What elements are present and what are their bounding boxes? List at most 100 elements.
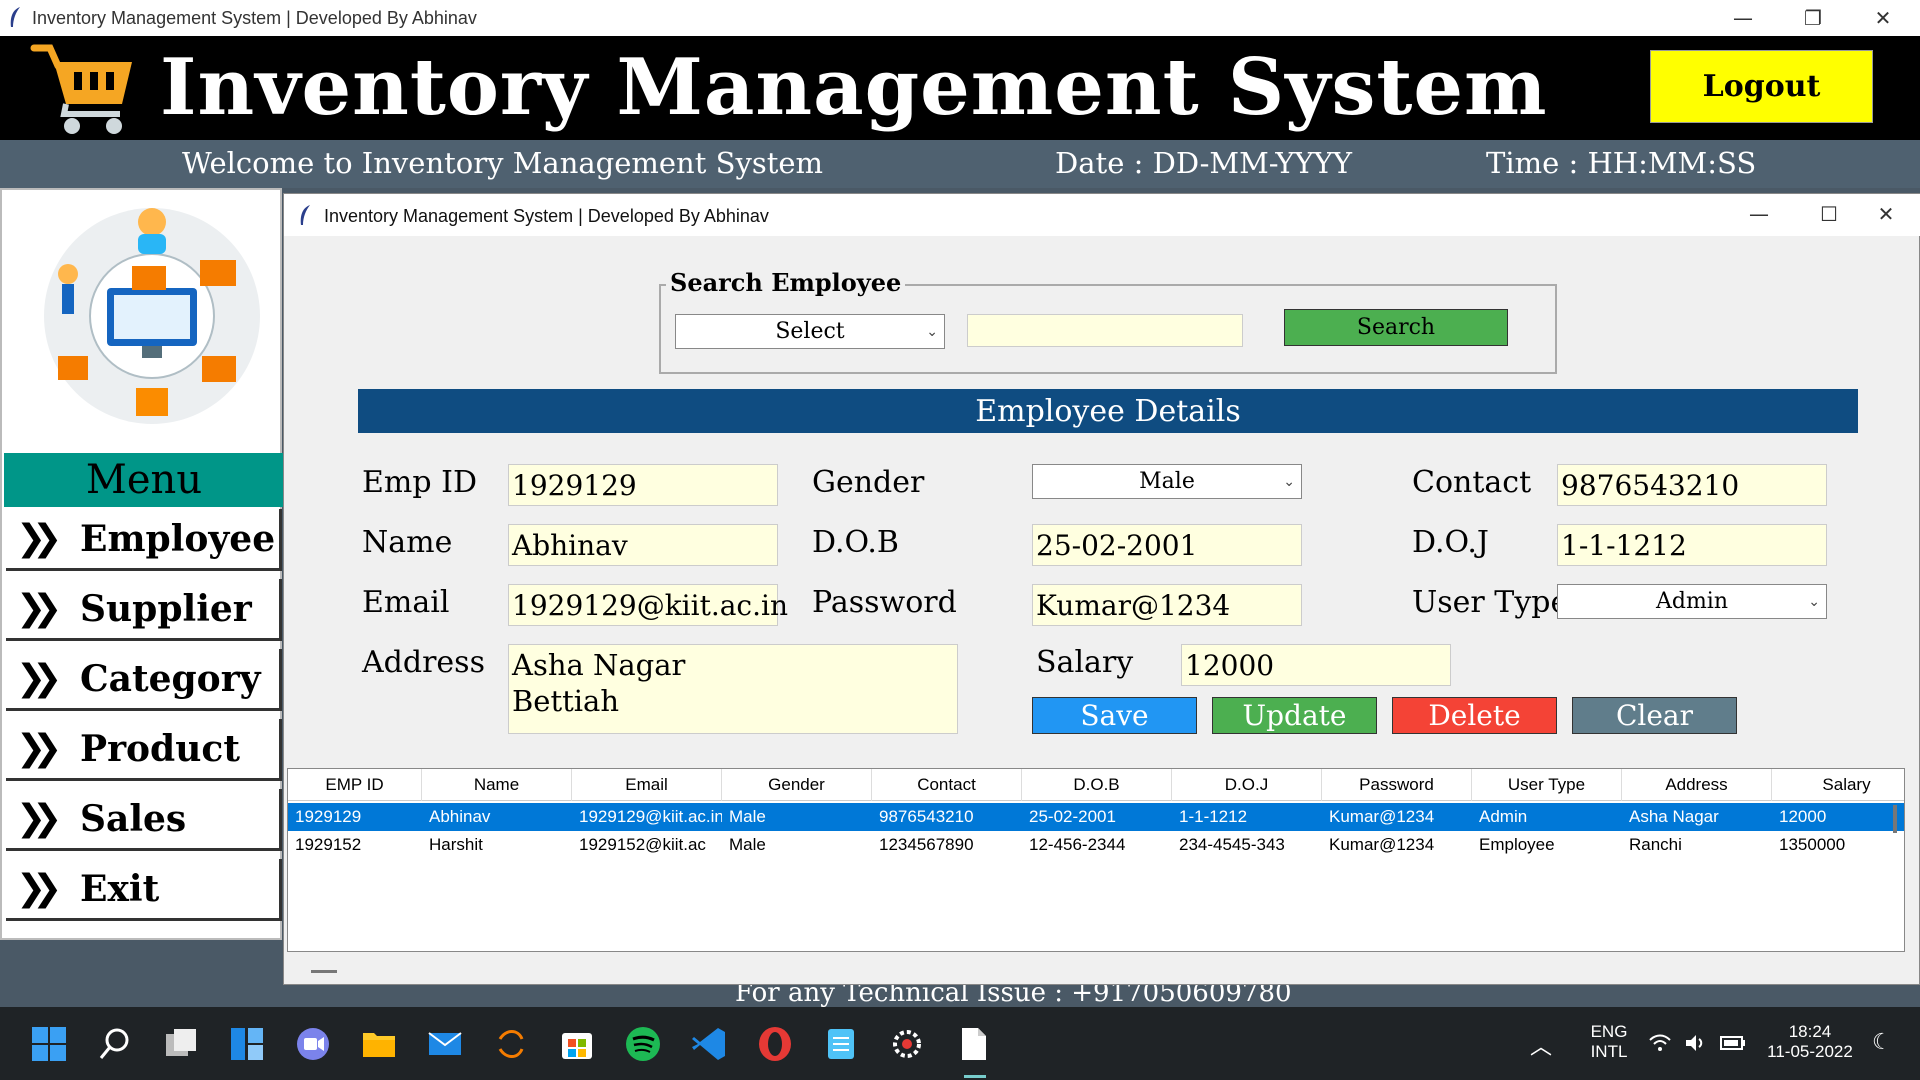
menu-product-button[interactable]: ❯❯ Product	[6, 719, 282, 781]
table-cell: Asha Nagar	[1629, 807, 1719, 826]
doj-label: D.O.J	[1412, 525, 1489, 560]
table-cell: 12-456-2344	[1029, 835, 1126, 854]
employee-table[interactable]: EMP ID Name Email Gender Contact D.O.B D…	[287, 768, 1905, 952]
column-header[interactable]: D.O.J	[1172, 769, 1322, 801]
table-cell: Kumar@1234	[1329, 835, 1435, 854]
app-icon[interactable]	[492, 1025, 530, 1063]
menu-item-label: Product	[80, 727, 240, 770]
search-button[interactable]: Search	[1284, 309, 1508, 346]
column-header[interactable]: Contact	[872, 769, 1022, 801]
column-header[interactable]: EMP ID	[288, 769, 422, 801]
windows-start-icon[interactable]	[30, 1025, 68, 1063]
contact-field[interactable]: 9876543210	[1557, 464, 1827, 506]
update-button[interactable]: Update	[1212, 697, 1377, 734]
table-row[interactable]: 1929129 Abhinav 1929129@kiit.ac.in Male …	[288, 803, 1904, 831]
menu-item-label: Sales	[80, 797, 187, 840]
language-indicator[interactable]: ENG INTL	[1584, 1022, 1634, 1062]
inner-close-button[interactable]: ✕	[1851, 196, 1920, 232]
minimize-button[interactable]: —	[1708, 0, 1778, 36]
contact-label: Contact	[1412, 465, 1532, 500]
search-by-select[interactable]: Select ⌄	[675, 314, 945, 349]
double-chevron-right-icon: ❯❯	[16, 658, 62, 699]
settings-gear-icon[interactable]	[888, 1025, 926, 1063]
table-cell: 1929152	[295, 835, 362, 854]
mail-icon[interactable]	[426, 1025, 464, 1063]
outer-window-title: Inventory Management System | Developed …	[32, 8, 477, 28]
save-button[interactable]: Save	[1032, 697, 1197, 734]
status-bar: Welcome to Inventory Management System D…	[0, 140, 1920, 188]
salary-field[interactable]: 12000	[1181, 644, 1451, 686]
moon-icon[interactable]: ☾	[1872, 1029, 1892, 1055]
notepad-icon[interactable]	[822, 1025, 860, 1063]
menu-employee-button[interactable]: ❯❯ Employee	[6, 509, 282, 571]
column-header[interactable]: Salary	[1772, 769, 1904, 801]
table-cell: 25-02-2001	[1029, 807, 1116, 826]
vscode-icon[interactable]	[690, 1025, 728, 1063]
employee-details-heading: Employee Details	[358, 389, 1858, 433]
menu-exit-button[interactable]: ❯❯ Exit	[6, 859, 282, 921]
dob-field[interactable]: 25-02-2001	[1032, 524, 1302, 566]
table-cell: 1234567890	[879, 835, 974, 854]
volume-icon[interactable]	[1684, 1033, 1708, 1053]
address-textarea[interactable]: Asha Nagar Bettiah	[508, 644, 958, 734]
wifi-icon[interactable]	[1648, 1033, 1672, 1053]
horizontal-scrollbar[interactable]	[311, 970, 337, 973]
welcome-text: Welcome to Inventory Management System	[182, 146, 824, 180]
doj-field[interactable]: 1-1-1212	[1557, 524, 1827, 566]
time-label: Time : HH:MM:SS	[1486, 146, 1757, 180]
table-row[interactable]: 1929152 Harshit 1929152@kiit.ac Male 123…	[288, 831, 1904, 859]
emp-id-field[interactable]: 1929129	[508, 464, 778, 506]
task-view-icon[interactable]	[162, 1025, 200, 1063]
gender-select[interactable]: Male ⌄	[1032, 464, 1302, 499]
vertical-scrollbar[interactable]	[1893, 805, 1897, 833]
column-header[interactable]: Address	[1622, 769, 1772, 801]
column-header[interactable]: Email	[572, 769, 722, 801]
email-field[interactable]: 1929129@kiit.ac.in	[508, 584, 788, 626]
dob-label: D.O.B	[812, 525, 899, 560]
password-field[interactable]: Kumar@1234	[1032, 584, 1302, 626]
double-chevron-right-icon: ❯❯	[16, 728, 62, 769]
table-cell: 234-4545-343	[1179, 835, 1285, 854]
name-label: Name	[362, 525, 453, 560]
app-header: Inventory Management System Logout	[0, 36, 1920, 140]
minimize-icon: —	[1733, 6, 1753, 30]
teams-chat-icon[interactable]	[294, 1025, 332, 1063]
app-feather-icon	[300, 205, 310, 225]
chevron-down-icon: ⌄	[926, 323, 938, 340]
menu-sales-button[interactable]: ❯❯ Sales	[6, 789, 282, 851]
taskbar: ︿ ENG INTL 18:24 11-05-2022 ☾	[0, 1007, 1920, 1080]
user-type-label: User Type	[1412, 585, 1569, 620]
column-header[interactable]: Password	[1322, 769, 1472, 801]
close-icon: ✕	[1874, 6, 1892, 30]
clear-button[interactable]: Clear	[1572, 697, 1737, 734]
document-icon[interactable]	[954, 1025, 992, 1063]
widgets-icon[interactable]	[228, 1025, 266, 1063]
opera-icon[interactable]	[756, 1025, 794, 1063]
table-cell: Male	[729, 807, 766, 826]
file-explorer-icon[interactable]	[360, 1025, 398, 1063]
table-cell: 1929152@kiit.ac	[579, 835, 706, 854]
column-header[interactable]: D.O.B	[1022, 769, 1172, 801]
name-field[interactable]: Abhinav	[508, 524, 778, 566]
microsoft-store-icon[interactable]	[558, 1025, 596, 1063]
user-type-select[interactable]: Admin ⌄	[1557, 584, 1827, 619]
inner-minimize-button[interactable]: —	[1724, 196, 1794, 232]
column-header[interactable]: Name	[422, 769, 572, 801]
table-cell: 1350000	[1779, 835, 1846, 854]
search-icon[interactable]	[96, 1025, 134, 1063]
delete-button[interactable]: Delete	[1392, 697, 1557, 734]
battery-icon[interactable]	[1720, 1035, 1746, 1051]
show-hidden-icons-chevron-icon[interactable]: ︿	[1530, 1029, 1552, 1061]
menu-supplier-button[interactable]: ❯❯ Supplier	[6, 579, 282, 641]
search-legend: Search Employee	[666, 268, 906, 297]
column-header[interactable]: User Type	[1472, 769, 1622, 801]
column-header[interactable]: Gender	[722, 769, 872, 801]
restore-button[interactable]: ❐	[1778, 0, 1848, 36]
close-button[interactable]: ✕	[1848, 0, 1918, 36]
clock[interactable]: 18:24 11-05-2022	[1760, 1022, 1860, 1062]
table-cell: Admin	[1479, 807, 1528, 826]
menu-category-button[interactable]: ❯❯ Category	[6, 649, 282, 711]
logout-button[interactable]: Logout	[1650, 50, 1873, 123]
spotify-icon[interactable]	[624, 1025, 662, 1063]
search-input[interactable]	[967, 314, 1243, 347]
